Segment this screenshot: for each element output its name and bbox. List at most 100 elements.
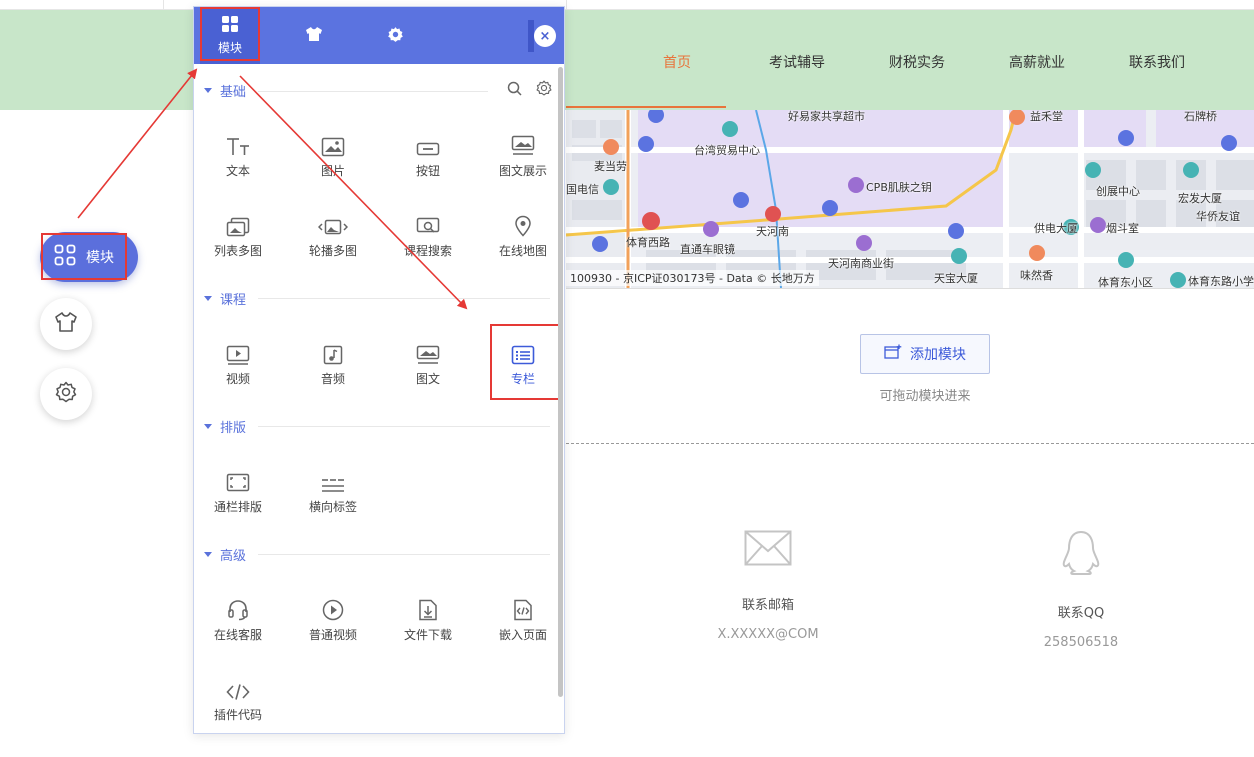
map-label: 天河南 [756,225,789,238]
map-label: 台湾贸易中心 [694,144,760,157]
video-icon [226,335,250,365]
embed-icon [513,591,533,621]
module-item-carousel[interactable]: 轮播多图 [288,207,378,267]
close-icon[interactable]: × [534,25,556,47]
nav-item-tax[interactable]: 财税实务 [889,52,945,72]
module-item-plugin-code[interactable]: 插件代码 [194,671,283,731]
top-strip-divider [566,0,567,10]
map-canvas [566,110,1254,288]
contact-qq: 联系QQ 258506518 [1011,530,1151,650]
page-root: 首页 考试辅导 财税实务 高薪就业 联系我们 好易家共享超市 益禾堂 石牌桥 麦… [0,0,1254,757]
module-item-label: 插件代码 [213,708,262,722]
section-title-label: 排版 [220,421,247,436]
module-item-image[interactable]: 图片 [288,127,378,187]
module-item-list-images[interactable]: 列表多图 [194,207,283,267]
gear-icon[interactable] [535,79,553,97]
panel-header: 模块 × [194,7,564,64]
map-label: 宏发大厦 [1178,192,1222,205]
highlight-box [41,233,127,280]
map-label: 石牌桥 [1184,110,1217,123]
add-module-icon [884,344,902,364]
module-item-embed-page[interactable]: 嵌入页面 [478,591,564,651]
section-title-advanced[interactable]: 高级 [204,545,246,564]
carousel-icon [318,207,348,237]
module-item-online-service[interactable]: 在线客服 [194,591,283,651]
section-title-basic[interactable]: 基础 [204,81,246,100]
list-images-icon [226,207,250,237]
module-item-audio[interactable]: 音频 [288,335,378,395]
map-bottom-line [566,288,1254,289]
tab-theme[interactable] [284,7,344,64]
module-item-fullwidth[interactable]: 通栏排版 [194,463,283,523]
search-icon[interactable] [505,79,523,97]
top-strip-divider [163,0,164,10]
module-item-label: 轮播多图 [308,244,357,258]
module-item-label: 音频 [320,372,345,386]
image-icon [321,127,345,157]
module-item-horizontal-tabs[interactable]: 横向标签 [288,463,378,523]
module-item-label: 视频 [225,372,250,386]
add-module-label: 添加模块 [910,347,966,363]
module-item-normal-video[interactable]: 普通视频 [288,591,378,651]
module-item-online-map[interactable]: 在线地图 [478,207,564,267]
module-item-label: 横向标签 [308,500,357,514]
panel-scrollbar[interactable] [558,67,563,697]
tab-settings[interactable] [365,7,425,64]
tabs-icon [321,463,345,493]
audio-icon [323,335,343,365]
nav-item-exam[interactable]: 考试辅导 [769,52,825,72]
floating-theme-button[interactable] [40,298,92,350]
contact-email-value: X.XXXXX@COM [717,627,819,642]
module-item-text[interactable]: 文本 [194,127,283,187]
nav-item-career[interactable]: 高薪就业 [1009,52,1065,72]
module-item-file-download[interactable]: 文件下载 [383,591,473,651]
shirt-icon [305,26,323,45]
nav-active-underline [566,106,726,108]
module-item-label: 图文 [415,372,440,386]
nav-item-contact[interactable]: 联系我们 [1129,52,1185,72]
highlight-box [490,324,560,400]
text-icon [225,127,251,157]
module-item-image-text[interactable]: 图文展示 [478,127,564,187]
floating-settings-button[interactable] [40,368,92,420]
section-title-label: 高级 [220,549,247,564]
module-item-course-search[interactable]: 课程搜索 [383,207,473,267]
module-item-label: 图文展示 [498,164,547,178]
nav-item-home[interactable]: 首页 [663,52,691,72]
map-widget[interactable]: 好易家共享超市 益禾堂 石牌桥 麦当劳 台湾贸易中心 国电信 CPB肌肤之钥 创… [566,110,1254,288]
map-label: CPB肌肤之钥 [866,181,932,194]
contact-email: 联系邮箱 X.XXXXX@COM [698,530,838,642]
caret-down-icon [204,424,212,429]
section-title-label: 课程 [220,293,247,308]
module-item-video[interactable]: 视频 [194,335,283,395]
module-item-label: 课程搜索 [403,244,452,258]
code-icon [226,671,250,701]
section-title-label: 基础 [220,85,247,100]
module-item-button[interactable]: 按钮 [383,127,473,187]
module-item-label: 文本 [225,164,250,178]
section-title-layout[interactable]: 排版 [204,417,246,436]
module-item-label: 嵌入页面 [498,628,547,642]
article-icon [416,335,440,365]
map-label: 天宝大厦 [934,272,978,285]
map-label: 体育东小区 [1098,276,1153,288]
map-label: 味然香 [1020,269,1053,282]
headset-icon [227,591,249,621]
caret-down-icon [204,552,212,557]
module-item-article[interactable]: 图文 [383,335,473,395]
site-header: 首页 考试辅导 财税实务 高薪就业 联系我们 [0,10,1254,110]
caret-down-icon [204,296,212,301]
shirt-icon [54,311,78,337]
button-icon [416,127,440,157]
map-label: 益禾堂 [1030,110,1063,123]
gear-icon [387,26,404,46]
qq-icon [1011,530,1151,576]
image-text-icon [511,127,535,157]
module-item-label: 文件下载 [403,628,452,642]
map-label: 烟斗室 [1106,222,1139,235]
section-divider [258,298,550,299]
map-label: 供电大厦 [1034,222,1078,235]
section-title-course[interactable]: 课程 [204,289,246,308]
add-module-button[interactable]: 添加模块 [860,334,990,374]
course-search-icon [416,207,440,237]
